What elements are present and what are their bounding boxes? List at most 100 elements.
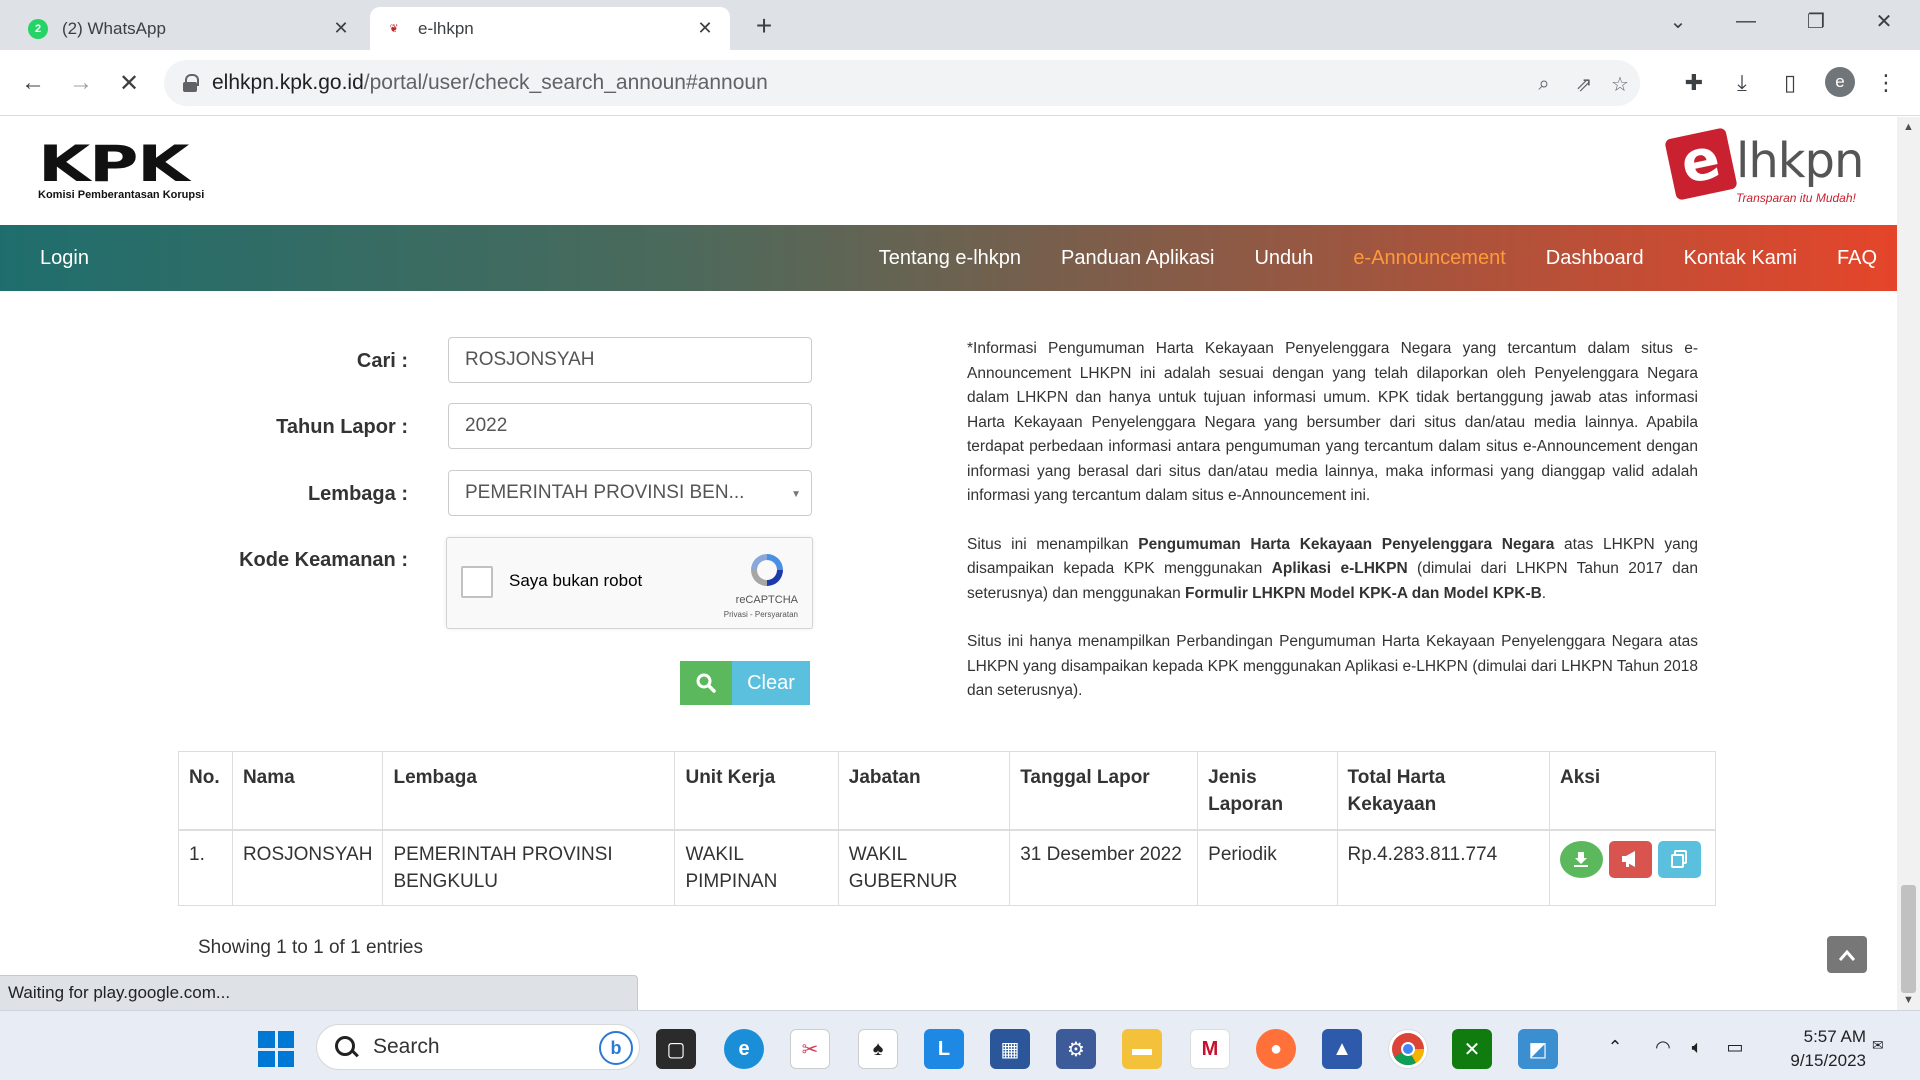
scroll-thumb[interactable] [1901, 885, 1916, 993]
zoom-icon[interactable]: ⌕ [1530, 70, 1558, 98]
kpk-logo[interactable]: KPK Komisi Pemberantasan Korupsi [38, 139, 204, 201]
stop-loading-icon[interactable]: ✕ [112, 66, 146, 100]
close-icon[interactable]: ✕ [330, 18, 352, 40]
search-icon [333, 1034, 359, 1060]
col-jabatan[interactable]: Jabatan [837, 751, 1011, 831]
search-button[interactable] [680, 661, 732, 705]
volume-icon[interactable]: 🔈︎ [1682, 1029, 1712, 1065]
url-text[interactable]: elhkpn.kpk.go.id/portal/user/check_searc… [212, 71, 768, 95]
file-explorer-icon[interactable]: ▬ [1122, 1029, 1162, 1069]
table-row: 1. ROSJONSYAH PEMERINTAH PROVINSI BENGKU… [178, 829, 1717, 906]
nav-item-e-announcement[interactable]: e-Announcement [1333, 247, 1525, 270]
col-aksi: Aksi [1548, 751, 1717, 831]
recaptcha-checkbox[interactable] [461, 566, 493, 598]
whatsapp-icon: 2 [28, 18, 48, 39]
xbox-icon[interactable]: ✕ [1452, 1029, 1492, 1069]
tahun-lapor-label: Tahun Lapor : [276, 416, 408, 438]
download-icon[interactable]: ⤓ [1727, 68, 1757, 98]
col-tanggal-lapor[interactable]: Tanggal Lapor [1009, 751, 1199, 831]
control-panel-icon[interactable]: ⚙ [1056, 1029, 1096, 1069]
scroll-top-button[interactable] [1827, 936, 1867, 973]
address-bar[interactable]: elhkpn.kpk.go.id/portal/user/check_searc… [164, 60, 1640, 106]
lembaga-select[interactable]: PEMERINTAH PROVINSI BEN... ▼ [448, 470, 812, 516]
wifi-icon[interactable]: ◠ [1648, 1029, 1678, 1065]
tab-whatsapp[interactable]: 2 (2) WhatsApp ✕ [14, 7, 366, 50]
bing-icon[interactable]: b [599, 1031, 633, 1065]
tab-search-icon[interactable]: ⌄ [1658, 6, 1698, 36]
window-close-button[interactable]: ✕ [1864, 6, 1904, 36]
nav-item-panduan[interactable]: Panduan Aplikasi [1041, 247, 1234, 270]
lock-icon[interactable] [182, 74, 199, 92]
col-lembaga[interactable]: Lembaga [382, 751, 676, 831]
taskbar-clock[interactable]: 5:57 AM 9/15/2023 [1770, 1025, 1866, 1073]
battery-icon[interactable]: ▭ [1720, 1029, 1750, 1065]
download-icon [1574, 852, 1589, 867]
menu-kebab-icon[interactable]: ⋮ [1871, 68, 1901, 98]
clock-time: 5:57 AM [1803, 1027, 1866, 1046]
nav-item-kontak[interactable]: Kontak Kami [1664, 247, 1817, 270]
solitaire-icon[interactable]: ♠ [858, 1029, 898, 1069]
notification-icon[interactable]: ✉ [1872, 1037, 1894, 1059]
mcafee-icon[interactable]: M [1190, 1029, 1230, 1069]
cell-jabatan: WAKIL GUBERNUR [837, 829, 1011, 906]
chrome-icon[interactable] [1388, 1029, 1428, 1069]
restore-button[interactable]: ❐ [1796, 6, 1836, 36]
scroll-up-arrow-icon[interactable]: ▲ [1897, 117, 1920, 137]
microsoft-store-icon[interactable]: ▦ [990, 1029, 1030, 1069]
l-app-icon[interactable]: L [924, 1029, 964, 1069]
taskbar-search[interactable]: Search b [316, 1024, 640, 1070]
firefox-icon[interactable]: ● [1256, 1029, 1296, 1069]
cari-input[interactable]: ROSJONSYAH [448, 337, 812, 383]
windows-start-icon[interactable] [258, 1031, 294, 1067]
drive-app-icon[interactable]: ▲ [1322, 1029, 1362, 1069]
cell-no: 1. [178, 829, 233, 906]
chevron-up-icon [1839, 949, 1855, 961]
back-arrow-icon[interactable]: ← [16, 66, 50, 100]
share-icon[interactable]: ⇗ [1570, 70, 1598, 98]
recaptcha-widget: Saya bukan robot reCAPTCHA Privasi - Per… [446, 537, 813, 629]
profile-avatar[interactable]: e [1825, 67, 1855, 97]
col-total-harta[interactable]: Total Harta Kekayaan [1336, 751, 1550, 831]
web-page: KPK Komisi Pemberantasan Korupsi e lhkpn… [0, 117, 1897, 1010]
tab-elhkpn[interactable]: ❦ e-lhkpn ✕ [370, 7, 730, 50]
lembaga-label: Lembaga : [307, 483, 408, 505]
photos-icon[interactable]: ◩ [1518, 1029, 1558, 1069]
clock-date: 9/15/2023 [1790, 1051, 1866, 1070]
clear-button[interactable]: Clear [732, 661, 810, 705]
tahun-lapor-input[interactable]: 2022 [448, 403, 812, 449]
bookmark-star-icon[interactable]: ☆ [1606, 70, 1634, 98]
nav-login-link[interactable]: Login [40, 225, 89, 291]
cell-nama: ROSJONSYAH [231, 829, 384, 906]
announcement-button[interactable] [1608, 840, 1652, 878]
edge-icon[interactable]: e [724, 1029, 764, 1069]
cell-lembaga: PEMERINTAH PROVINSI BENGKULU [382, 829, 676, 906]
minimize-button[interactable]: — [1726, 6, 1766, 36]
nav-item-faq[interactable]: FAQ [1817, 247, 1897, 270]
chevron-up-icon[interactable]: ⌃ [1600, 1029, 1630, 1065]
col-nama[interactable]: Nama [231, 751, 384, 831]
elhkpn-logo[interactable]: e lhkpn Transparan itu Mudah! [1664, 126, 1880, 219]
close-icon[interactable]: ✕ [694, 18, 716, 40]
recaptcha-terms-link[interactable]: Privasi - Persyaratan [724, 610, 798, 619]
cell-total: Rp.4.283.811.774 [1336, 829, 1550, 906]
side-panel-icon[interactable]: ▯ [1775, 68, 1805, 98]
disclaimer-paragraph-3: Situs ini hanya menampilkan Perbandingan… [967, 633, 1698, 699]
extensions-icon[interactable]: ✚ [1679, 68, 1709, 98]
download-button[interactable] [1559, 840, 1603, 878]
col-no[interactable]: No. [178, 751, 233, 831]
scroll-down-arrow-icon[interactable]: ▼ [1897, 990, 1920, 1010]
search-icon [696, 673, 716, 693]
cell-jenis: Periodik [1197, 829, 1338, 906]
new-tab-button[interactable]: + [748, 10, 780, 42]
col-jenis-laporan[interactable]: Jenis Laporan [1197, 751, 1338, 831]
search-button-group: Clear [680, 661, 810, 705]
snipping-tool-icon[interactable]: ✂ [790, 1029, 830, 1069]
nav-item-unduh[interactable]: Unduh [1234, 247, 1333, 270]
forward-arrow-icon[interactable]: → [64, 66, 98, 100]
col-unit-kerja[interactable]: Unit Kerja [674, 751, 839, 831]
task-view-icon[interactable]: ▢ [656, 1029, 696, 1069]
nav-item-dashboard[interactable]: Dashboard [1526, 247, 1664, 270]
compare-button[interactable] [1657, 840, 1701, 878]
page-scrollbar[interactable]: ▲ ▼ [1897, 117, 1920, 1010]
nav-item-tentang[interactable]: Tentang e-lhkpn [859, 247, 1041, 270]
